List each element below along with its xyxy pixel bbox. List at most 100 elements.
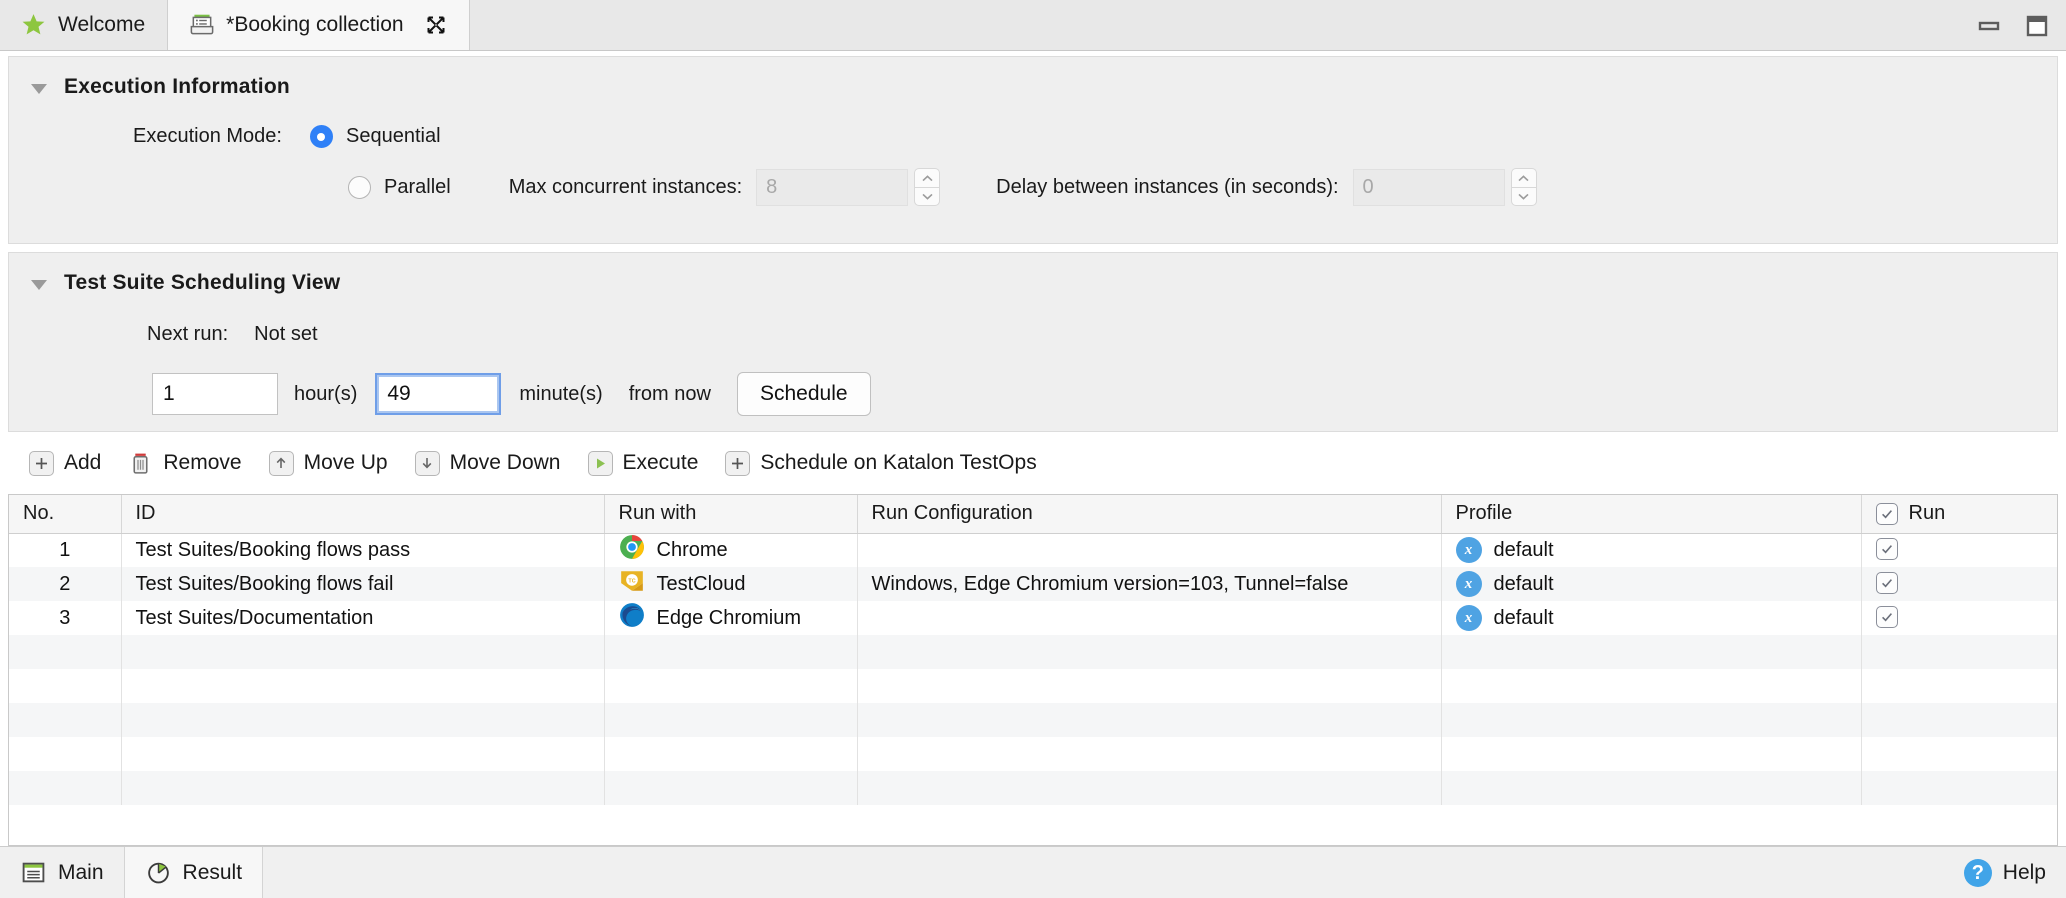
cell-empty xyxy=(1441,669,1862,703)
row-run-checkbox[interactable] xyxy=(1875,538,1898,561)
collection-toolbar: Add Remove Move Up Move Down Execute Sch… xyxy=(0,432,2066,494)
table-row-empty[interactable] xyxy=(9,669,2057,703)
tab-main[interactable]: Main xyxy=(0,847,124,898)
svg-text:TC: TC xyxy=(628,578,635,584)
column-header-id[interactable]: ID xyxy=(121,495,605,534)
plus-icon xyxy=(724,450,751,477)
cell-run-configuration[interactable] xyxy=(857,533,1442,567)
row-run-checkbox[interactable] xyxy=(1875,572,1898,594)
profile-x-icon: x xyxy=(1455,605,1482,631)
delay-stepper[interactable]: 0 xyxy=(1352,168,1537,206)
cell-empty xyxy=(1861,669,2057,703)
table-row-empty[interactable] xyxy=(9,771,2057,805)
delay-input[interactable]: 0 xyxy=(1352,168,1505,206)
remove-button[interactable]: Remove xyxy=(127,450,242,477)
cell-empty xyxy=(121,635,605,669)
move-down-button[interactable]: Move Down xyxy=(414,450,561,477)
chevron-down-icon[interactable] xyxy=(31,83,47,94)
execution-information-title: Execution Information xyxy=(64,75,290,98)
table-row[interactable]: 3 Test Suites/Documentation Edge Chromiu… xyxy=(9,601,2057,635)
table-row[interactable]: 1 Test Suites/Booking flows pass Chrome … xyxy=(9,533,2057,567)
table-row-empty[interactable] xyxy=(9,635,2057,669)
move-up-button[interactable]: Move Up xyxy=(268,450,388,477)
tab-result[interactable]: Result xyxy=(123,847,264,898)
delay-increment-icon[interactable] xyxy=(1510,168,1537,187)
execution-information-header[interactable]: Execution Information xyxy=(9,57,2057,99)
cell-profile[interactable]: x default xyxy=(1441,567,1862,601)
cell-profile[interactable]: x default xyxy=(1441,601,1862,635)
tab-booking-collection[interactable]: *Booking collection xyxy=(167,0,470,50)
close-icon[interactable] xyxy=(425,14,447,36)
row-run-checkbox[interactable] xyxy=(1875,606,1898,628)
max-concurrent-increment-icon[interactable] xyxy=(914,168,941,187)
column-header-no[interactable]: No. xyxy=(9,495,122,534)
hours-input[interactable] xyxy=(152,373,278,415)
schedule-testops-button[interactable]: Schedule on Katalon TestOps xyxy=(724,450,1037,477)
max-concurrent-input[interactable]: 8 xyxy=(756,168,909,206)
cell-run-configuration[interactable]: Windows, Edge Chromium version=103, Tunn… xyxy=(857,567,1442,601)
sequential-radio[interactable] xyxy=(309,125,333,148)
profile-x-icon: x xyxy=(1455,537,1482,564)
cell-run-with[interactable]: Edge Chromium xyxy=(604,601,858,635)
chevron-down-icon[interactable] xyxy=(31,279,47,290)
bottom-tab-bar: Main Result ? Help xyxy=(0,846,2066,898)
column-header-run[interactable]: Run xyxy=(1861,495,2057,534)
cell-empty xyxy=(857,635,1442,669)
column-header-run-configuration[interactable]: Run Configuration xyxy=(857,495,1442,534)
delay-decrement-icon[interactable] xyxy=(1510,187,1537,206)
cell-empty xyxy=(121,737,605,771)
cell-profile-label: default xyxy=(1493,606,1554,629)
cell-empty xyxy=(1441,737,1862,771)
add-button[interactable]: Add xyxy=(28,450,101,477)
cell-id: Test Suites/Booking flows fail xyxy=(121,567,605,601)
cell-profile[interactable]: x default xyxy=(1441,533,1862,567)
tab-welcome[interactable]: Welcome xyxy=(0,0,168,50)
parallel-radio[interactable] xyxy=(348,175,371,199)
cell-run[interactable] xyxy=(1861,601,2057,635)
scheduling-title: Test Suite Scheduling View xyxy=(64,271,341,294)
chrome-icon xyxy=(619,534,645,566)
cell-empty xyxy=(121,771,605,805)
table-row[interactable]: 2 Test Suites/Booking flows fail TC Test… xyxy=(9,567,2057,601)
max-concurrent-decrement-icon[interactable] xyxy=(914,187,941,206)
cell-run[interactable] xyxy=(1861,533,2057,567)
column-header-run-label: Run xyxy=(1908,502,1946,525)
trash-icon xyxy=(127,450,154,477)
cell-run-configuration[interactable] xyxy=(857,601,1442,635)
cell-empty xyxy=(604,669,858,703)
cell-run[interactable] xyxy=(1861,567,2057,601)
cell-empty xyxy=(1861,737,2057,771)
cell-run-with-label: TestCloud xyxy=(656,572,746,595)
execution-mode-row: Execution Mode: Sequential xyxy=(9,125,2057,148)
editor-tab-bar: Welcome *Booking collection xyxy=(0,0,2066,51)
table-row-empty[interactable] xyxy=(9,737,2057,771)
cell-empty xyxy=(9,737,122,771)
minutes-input[interactable] xyxy=(375,373,502,415)
schedule-button[interactable]: Schedule xyxy=(736,372,871,416)
help-button[interactable]: ? Help xyxy=(1963,847,2046,898)
scheduling-header[interactable]: Test Suite Scheduling View xyxy=(9,253,2057,295)
hours-label: hour(s) xyxy=(294,382,358,405)
column-header-profile[interactable]: Profile xyxy=(1441,495,1862,534)
run-header-checkbox[interactable] xyxy=(1875,502,1898,525)
play-icon xyxy=(587,450,614,477)
maximize-icon[interactable] xyxy=(2024,13,2050,39)
cell-run-with[interactable]: Chrome xyxy=(604,533,858,567)
table-row-empty[interactable] xyxy=(9,703,2057,737)
cell-empty xyxy=(9,669,122,703)
test-suite-table: No. ID Run with Run Configuration Profil… xyxy=(8,494,2058,846)
max-concurrent-label: Max concurrent instances: xyxy=(508,175,743,198)
execution-mode-label: Execution Mode: xyxy=(133,125,282,147)
next-run-value: Not set xyxy=(254,323,318,345)
max-concurrent-stepper[interactable]: 8 xyxy=(756,168,941,206)
column-header-run-with[interactable]: Run with xyxy=(604,495,858,534)
execute-button[interactable]: Execute xyxy=(587,450,698,477)
cell-run-with[interactable]: TC TestCloud xyxy=(604,567,858,601)
parallel-label: Parallel xyxy=(384,175,451,198)
next-run-label: Next run: xyxy=(147,323,229,345)
minimize-icon[interactable] xyxy=(1976,13,2002,39)
cell-empty xyxy=(1441,771,1862,805)
cell-run-with-label: Chrome xyxy=(656,538,728,561)
help-label: Help xyxy=(2002,861,2046,884)
execution-information-section: Execution Information Execution Mode: Se… xyxy=(8,56,2058,244)
